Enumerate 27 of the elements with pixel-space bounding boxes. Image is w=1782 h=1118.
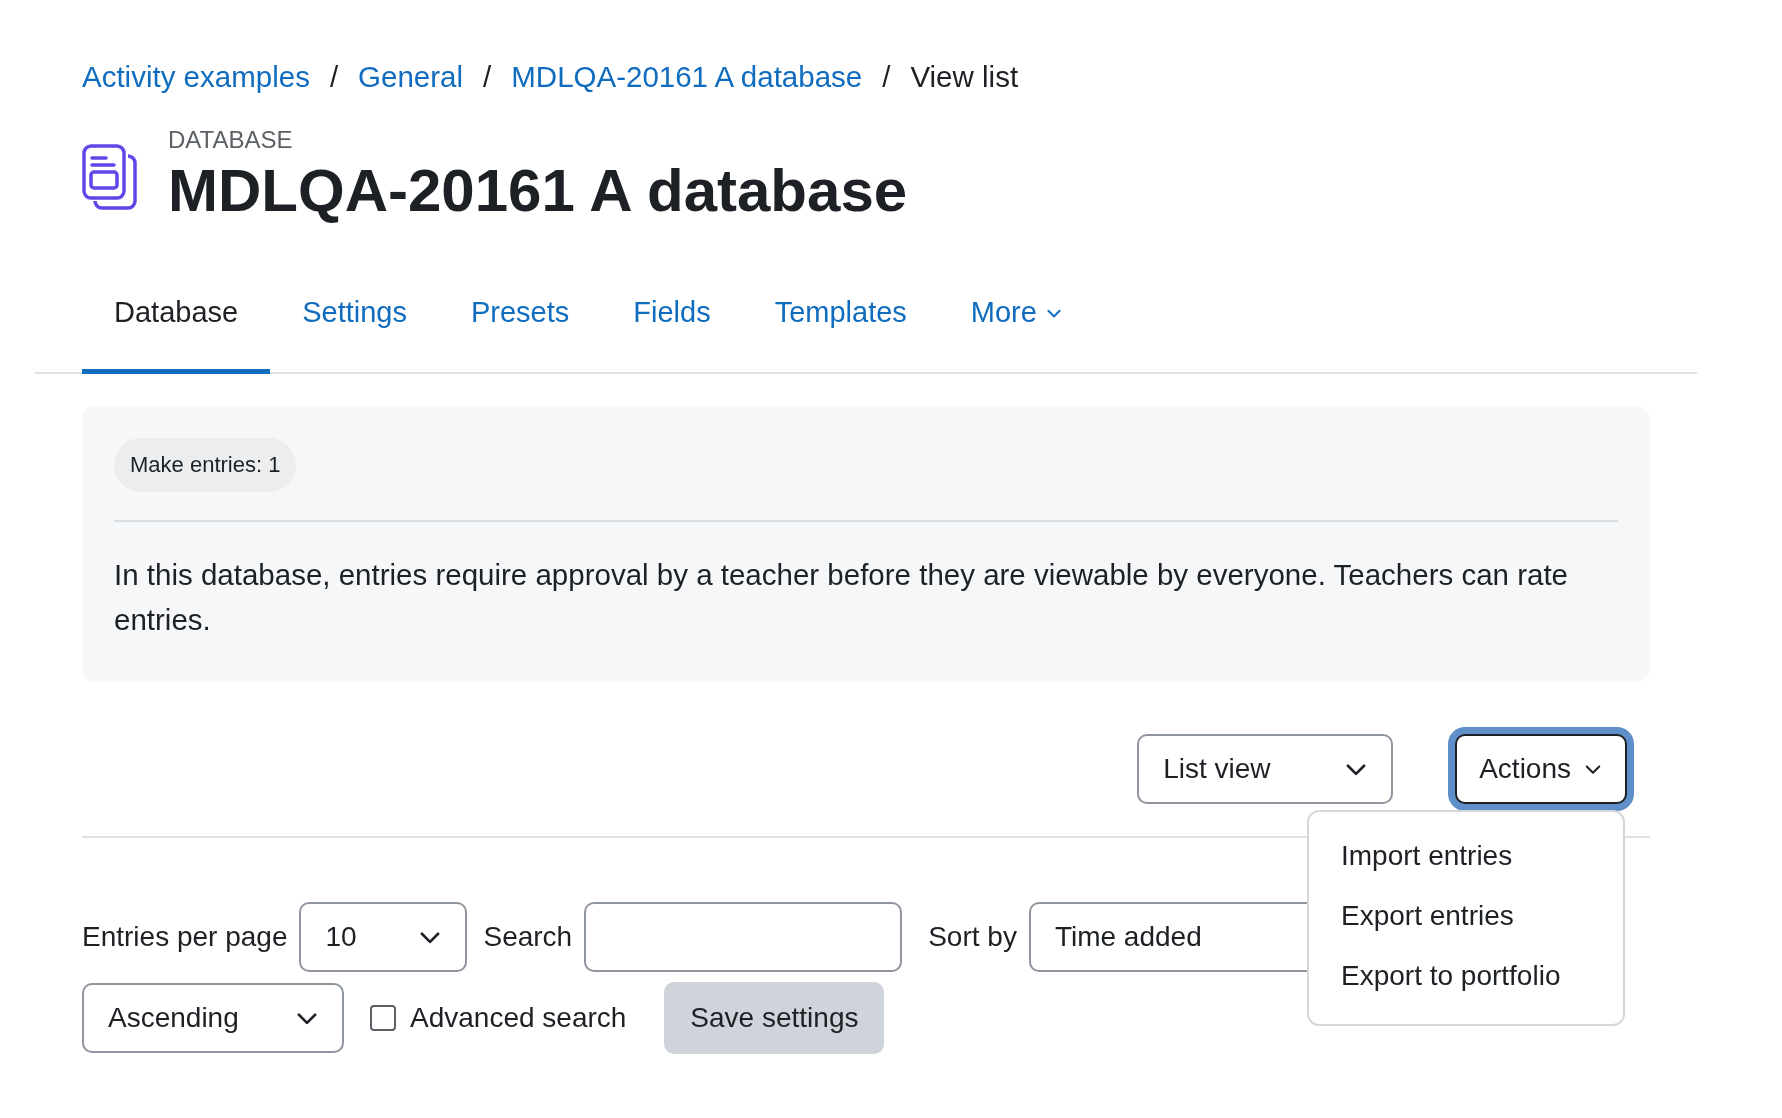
breadcrumb-link[interactable]: Activity examples: [82, 60, 310, 94]
order-select[interactable]: Ascending: [82, 983, 344, 1053]
nav-tab[interactable]: Templates: [742, 272, 939, 374]
breadcrumb-separator: /: [329, 60, 339, 94]
save-settings-button[interactable]: Save settings: [664, 982, 885, 1054]
nav-tab[interactable]: Presets: [438, 272, 602, 374]
current-page-label: View list: [910, 60, 1019, 94]
nav-tab[interactable]: Settings: [270, 272, 439, 374]
breadcrumb-separator: /: [483, 60, 492, 94]
advanced-search-checkbox[interactable]: Advanced search: [370, 1002, 627, 1034]
page-title: MDLQA-20161 A database: [168, 158, 908, 224]
breadcrumb-link[interactable]: General: [358, 60, 464, 94]
module-type-label: DATABASE: [168, 126, 294, 154]
menu-item[interactable]: Import entries: [1309, 826, 1623, 886]
entries-per-page-select[interactable]: 10: [299, 902, 468, 972]
nav-tab[interactable]: Fields: [601, 272, 743, 374]
search-field[interactable]: [584, 902, 903, 972]
search-label: Search: [483, 921, 573, 953]
entries-per-page-label: Entries per page: [82, 921, 288, 953]
more-tab[interactable]: More: [938, 272, 1095, 374]
view-select[interactable]: List view: [1137, 734, 1394, 804]
description-text: In this database, entries require approval by a teacher before they are viewable by everyone. Teachers can rate entries.: [114, 557, 1569, 638]
breadcrumb-separator: /: [882, 60, 891, 94]
breadcrumb-link[interactable]: MDLQA-20161 A database: [511, 60, 863, 94]
nav-tab[interactable]: Database: [82, 272, 271, 374]
sort-by-label: Sort by: [928, 921, 1017, 953]
entries-badge: Make entries: 1: [114, 438, 297, 492]
